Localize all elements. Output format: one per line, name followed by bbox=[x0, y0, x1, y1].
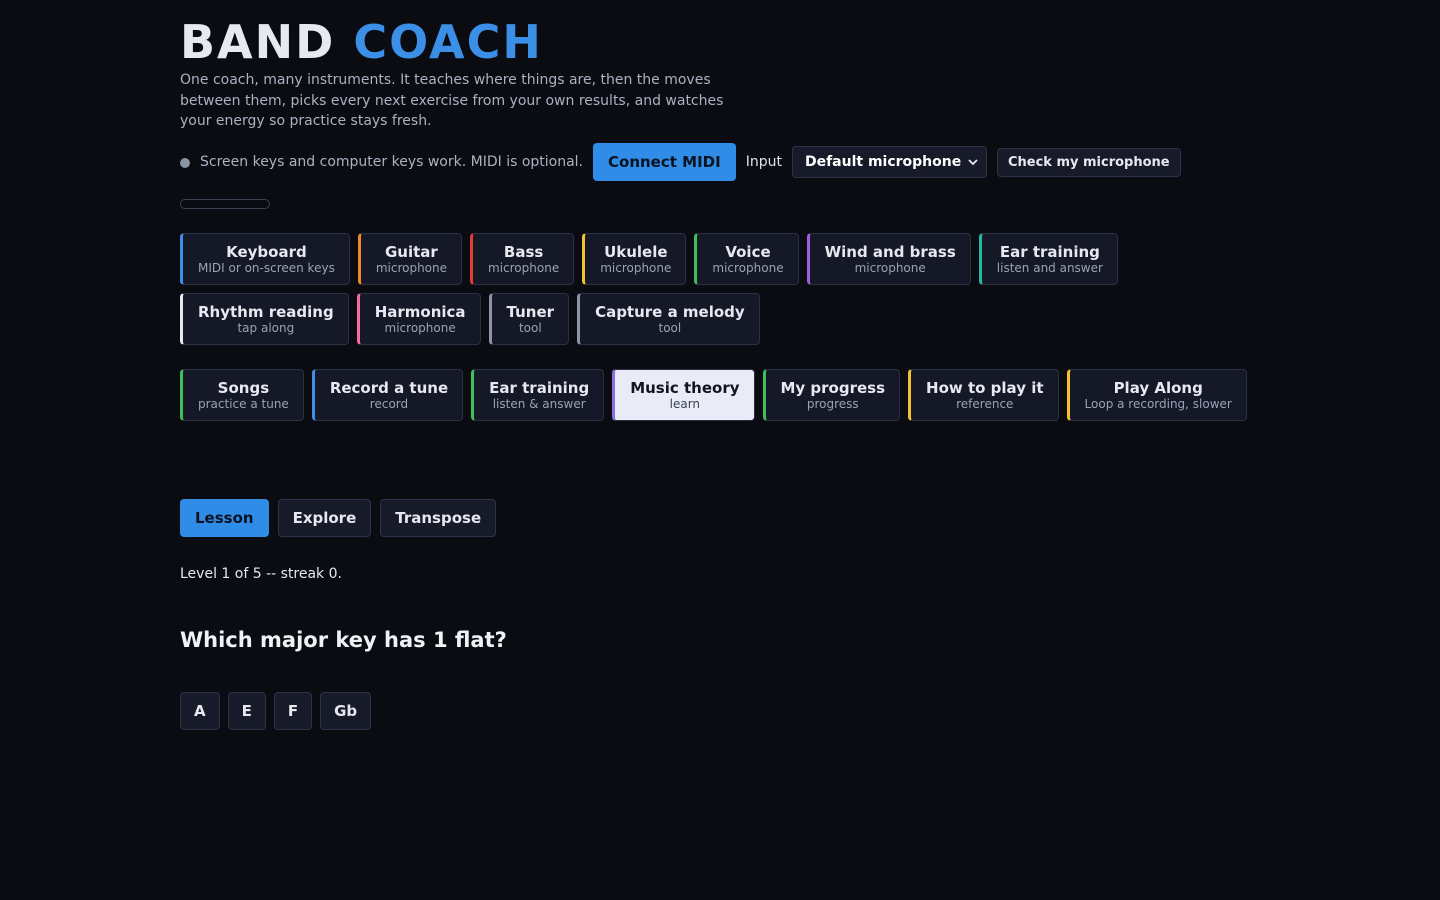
instruments-card-subtitle: tap along bbox=[237, 320, 295, 335]
answer-button-e[interactable]: E bbox=[227, 692, 266, 730]
level-progress-bar bbox=[180, 199, 270, 209]
sections-card-name: Play Along bbox=[1113, 378, 1203, 397]
input-select[interactable]: Default microphone bbox=[791, 146, 987, 178]
status-text: Screen keys and computer keys work. MIDI… bbox=[200, 154, 584, 170]
level-status: Level 1 of 5 -- streak 0. bbox=[180, 566, 342, 582]
instruments-card-name: Capture a melody bbox=[595, 302, 745, 321]
instruments-card-subtitle: tool bbox=[658, 320, 682, 335]
sections-card-name: My progress bbox=[780, 378, 886, 397]
sections-card-ear-training[interactable]: Ear training listen & answer bbox=[471, 369, 605, 421]
instruments-card-subtitle: microphone bbox=[488, 260, 560, 275]
instruments-card-subtitle: tool bbox=[518, 320, 542, 335]
instrument-row-1: Keyboard MIDI or on-screen keys Guitar micr… bbox=[180, 233, 1126, 285]
instruments-card-tuner[interactable]: Tuner tool bbox=[488, 293, 570, 345]
sections-card-play-along[interactable]: Play Along Loop a recording, slower bbox=[1066, 369, 1247, 421]
instruments-card-subtitle: microphone bbox=[712, 260, 784, 275]
title-coach: COACH bbox=[353, 15, 543, 69]
sections-card-subtitle: learn bbox=[669, 396, 701, 411]
tab-transpose[interactable]: Transpose bbox=[380, 499, 497, 537]
instruments-card-name: Keyboard bbox=[226, 242, 307, 261]
sections-card-name: Songs bbox=[217, 378, 270, 397]
answer-options: A E F Gb bbox=[180, 692, 379, 730]
instruments-card-ear-training[interactable]: Ear training listen and answer bbox=[978, 233, 1118, 285]
instruments-card-keyboard[interactable]: Keyboard MIDI or on-screen keys bbox=[180, 233, 350, 285]
sections-card-name: How to play it bbox=[926, 378, 1044, 397]
sections-card-my-progress[interactable]: My progress progress bbox=[762, 369, 901, 421]
instruments-card-name: Guitar bbox=[385, 242, 438, 261]
input-select-value: Default microphone bbox=[804, 154, 962, 170]
app-title: BAND COACH bbox=[180, 14, 543, 70]
input-label: Input bbox=[745, 154, 782, 170]
sections-card-how-to-play-it[interactable]: How to play it reference bbox=[908, 369, 1059, 421]
connect-midi-button[interactable]: Connect MIDI bbox=[593, 143, 736, 181]
instruments-card-subtitle: listen and answer bbox=[996, 260, 1103, 275]
instruments-card-rhythm-reading[interactable]: Rhythm reading tap along bbox=[180, 293, 349, 345]
instruments-card-name: Ear training bbox=[999, 242, 1100, 261]
tagline: One coach, many instruments. It teaches … bbox=[180, 72, 724, 129]
sections-card-record-a-tune[interactable]: Record a tune record bbox=[311, 369, 464, 421]
instruments-card-name: Voice bbox=[725, 242, 771, 261]
check-microphone-button[interactable]: Check my microphone bbox=[996, 147, 1181, 177]
status-dot-icon bbox=[180, 157, 190, 168]
section-row: Songs practice a tune Record a tune record E… bbox=[180, 369, 1255, 421]
sections-card-subtitle: record bbox=[369, 396, 409, 411]
instruments-card-name: Ukulele bbox=[604, 242, 668, 261]
sections-card-subtitle: Loop a recording, slower bbox=[1084, 396, 1232, 411]
question-text: Which major key has 1 flat? bbox=[180, 628, 507, 652]
sections-card-name: Music theory bbox=[630, 378, 740, 397]
instruments-card-bass[interactable]: Bass microphone bbox=[470, 233, 575, 285]
sections-card-subtitle: reference bbox=[956, 396, 1014, 411]
sections-card-songs[interactable]: Songs practice a tune bbox=[180, 369, 304, 421]
instruments-card-subtitle: microphone bbox=[384, 320, 456, 335]
instruments-card-voice[interactable]: Voice microphone bbox=[694, 233, 799, 285]
sections-card-name: Ear training bbox=[489, 378, 590, 397]
instruments-card-name: Wind and brass bbox=[824, 242, 956, 261]
instruments-card-ukulele[interactable]: Ukulele microphone bbox=[582, 233, 687, 285]
status-row: Screen keys and computer keys work. MIDI… bbox=[180, 143, 1181, 181]
instruments-card-subtitle: MIDI or on-screen keys bbox=[198, 260, 335, 275]
instruments-card-harmonica[interactable]: Harmonica microphone bbox=[356, 293, 481, 345]
answer-button-a[interactable]: A bbox=[180, 692, 220, 730]
answer-button-f[interactable]: F bbox=[273, 692, 313, 730]
instruments-card-subtitle: microphone bbox=[854, 260, 926, 275]
tab-explore[interactable]: Explore bbox=[277, 499, 372, 537]
sections-card-subtitle: listen & answer bbox=[492, 396, 586, 411]
instruments-card-name: Bass bbox=[503, 242, 544, 261]
sections-card-subtitle: progress bbox=[806, 396, 859, 411]
instruments-card-capture-a-melody[interactable]: Capture a melody tool bbox=[577, 293, 760, 345]
sections-card-name: Record a tune bbox=[329, 378, 449, 397]
answer-button-gb[interactable]: Gb bbox=[320, 692, 372, 730]
instrument-row-2: Rhythm reading tap along Harmonica micropho… bbox=[180, 293, 768, 345]
instruments-card-wind-and-brass[interactable]: Wind and brass microphone bbox=[806, 233, 971, 285]
chevron-down-icon bbox=[968, 158, 978, 165]
instruments-card-subtitle: microphone bbox=[600, 260, 672, 275]
sections-card-subtitle: practice a tune bbox=[198, 396, 289, 411]
instruments-card-subtitle: microphone bbox=[375, 260, 448, 275]
instruments-card-name: Tuner bbox=[506, 302, 555, 321]
tab-lesson[interactable]: Lesson bbox=[180, 499, 269, 537]
title-band: BAND bbox=[180, 15, 336, 69]
sections-card-music-theory[interactable]: Music theory learn bbox=[612, 369, 755, 421]
instruments-card-name: Rhythm reading bbox=[198, 302, 334, 321]
instruments-card-name: Harmonica bbox=[374, 302, 466, 321]
mode-tabs: Lesson Explore Transpose bbox=[180, 499, 505, 537]
instruments-card-guitar[interactable]: Guitar microphone bbox=[357, 233, 463, 285]
